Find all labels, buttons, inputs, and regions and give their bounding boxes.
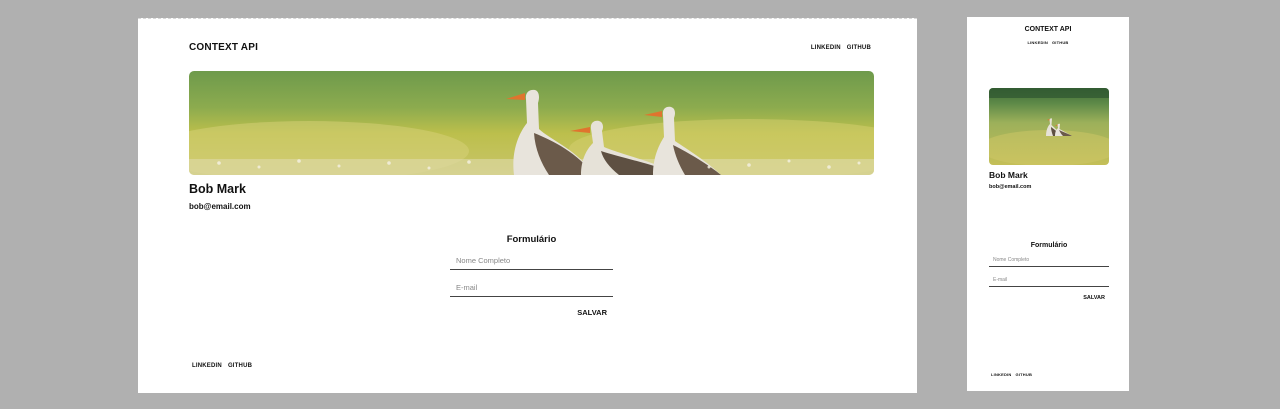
nav-link-github[interactable]: GITHUB xyxy=(847,45,871,51)
brand-title[interactable]: CONTEXT API xyxy=(967,26,1129,33)
full-name-input[interactable] xyxy=(989,253,1109,267)
desktop-preview: CONTEXT API LINKEDIN GITHUB Bob Mark bob… xyxy=(138,18,917,393)
footer-link-linkedin[interactable]: LINKEDIN xyxy=(991,372,1012,377)
header-nav: LINKEDIN GITHUB xyxy=(967,40,1129,45)
form-title: Formulário xyxy=(1030,242,1068,249)
profile-banner-image xyxy=(189,71,874,175)
mobile-preview: CONTEXT API LINKEDIN GITHUB Bob Mark bob… xyxy=(967,17,1129,391)
profile-form: Formulário SALVAR xyxy=(989,242,1109,301)
footer-nav: LINKEDIN GITHUB xyxy=(991,372,1032,377)
save-button[interactable]: SALVAR xyxy=(1083,295,1105,301)
full-name-input[interactable] xyxy=(450,251,613,270)
footer-link-github[interactable]: GITHUB xyxy=(1016,372,1033,377)
geese-in-meadow-image xyxy=(989,88,1109,165)
profile-name: Bob Mark xyxy=(189,182,246,196)
profile-form: Formulário SALVAR xyxy=(450,234,613,317)
nav-link-linkedin[interactable]: LINKEDIN xyxy=(1027,40,1048,45)
email-input[interactable] xyxy=(450,278,613,297)
brand-title[interactable]: CONTEXT API xyxy=(189,42,258,53)
nav-link-linkedin[interactable]: LINKEDIN xyxy=(811,45,841,51)
footer-nav: LINKEDIN GITHUB xyxy=(192,363,252,369)
email-input[interactable] xyxy=(989,273,1109,287)
footer-link-linkedin[interactable]: LINKEDIN xyxy=(192,363,222,369)
header-nav: LINKEDIN GITHUB xyxy=(811,45,871,51)
profile-email: bob@email.com xyxy=(189,202,251,211)
footer-link-github[interactable]: GITHUB xyxy=(228,363,252,369)
profile-name: Bob Mark xyxy=(989,170,1028,180)
profile-email: bob@email.com xyxy=(989,184,1032,190)
geese-in-meadow-image xyxy=(189,71,874,175)
profile-banner-image xyxy=(989,88,1109,165)
nav-link-github[interactable]: GITHUB xyxy=(1052,40,1069,45)
save-button[interactable]: SALVAR xyxy=(577,308,607,317)
form-title: Formulário xyxy=(506,234,557,245)
